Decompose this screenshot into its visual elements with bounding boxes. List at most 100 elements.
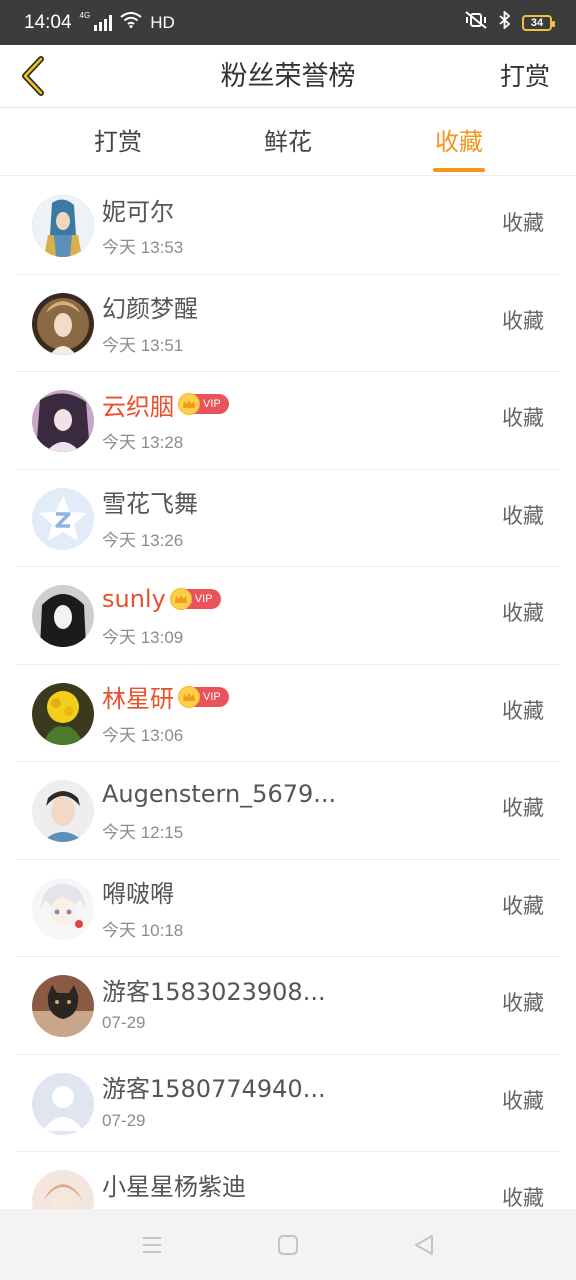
timestamp: 今天 13:51 (102, 335, 184, 355)
avatar (32, 292, 94, 355)
username: 嘚啵嘚 (102, 876, 174, 908)
back-nav-button[interactable] (412, 1233, 436, 1257)
username: 雪花飞舞 (102, 486, 198, 518)
crown-icon (178, 685, 200, 708)
status-bar: 14:04 4G HD 34 (0, 0, 576, 45)
username: 云织胭 VIP (102, 388, 229, 421)
avatar (32, 975, 94, 1037)
avatar (32, 585, 94, 647)
favorite-label: 收藏 (502, 211, 544, 235)
favorite-label: 收藏 (502, 796, 544, 820)
list-item[interactable]: Augenstern_5679... 今天 12:15 收藏 (16, 762, 560, 860)
avatar (32, 390, 94, 452)
avatar (32, 1072, 94, 1135)
username: 游客1580774940... (102, 1071, 326, 1103)
vip-text: VIP (194, 593, 213, 605)
list-item[interactable]: 嘚啵嘚 今天 10:18 收藏 (16, 860, 560, 957)
system-nav-bar (0, 1209, 576, 1280)
bluetooth-icon (498, 9, 512, 34)
nav-bar: 粉丝荣誉榜 打赏 (0, 45, 576, 108)
battery-level: 34 (530, 16, 544, 29)
tab-bar: 打赏 鲜花 收藏 (0, 108, 576, 176)
battery-icon: 34 (522, 14, 555, 31)
username-text: 云织胭 (102, 392, 174, 421)
hd-indicator: HD (150, 12, 175, 32)
clock: 14:04 (24, 11, 72, 33)
favorite-label: 收藏 (502, 893, 544, 918)
favorite-label: 收藏 (502, 503, 544, 528)
vip-badge: VIP (178, 685, 229, 708)
username: 小星星杨紫迪 (102, 1168, 246, 1201)
active-tab-indicator (433, 168, 485, 172)
fan-list: 妮可尔 今天 13:53 收藏 幻颜梦醒 今天 13:51 收藏 云织胭 VIP… (0, 177, 576, 1209)
timestamp: 07-29 (102, 1110, 146, 1130)
favorite-label: 收藏 (502, 991, 544, 1015)
favorite-label: 收藏 (502, 698, 544, 723)
page-title: 粉丝荣誉榜 (220, 61, 356, 92)
favorite-label: 收藏 (502, 601, 544, 625)
username: sunly VIP (102, 583, 221, 615)
list-item[interactable]: 林星研 VIP 今天 13:06 收藏 (16, 665, 560, 762)
timestamp: 今天 13:53 (102, 238, 184, 257)
home-button[interactable] (276, 1233, 300, 1257)
username-text: 游客1583023908... (102, 977, 326, 1006)
username-text: 嘚啵嘚 (102, 880, 174, 908)
username: 林星研 VIP (102, 681, 229, 713)
avatar (32, 877, 94, 940)
timestamp: 今天 13:09 (102, 628, 184, 647)
tab-favorites[interactable]: 收藏 (399, 108, 519, 176)
username-text: Augenstern_5679... (102, 780, 337, 808)
tab-label: 收藏 (435, 128, 483, 156)
menu-button[interactable] (140, 1233, 164, 1257)
vip-text: VIP (203, 398, 221, 410)
timestamp: 07-29 (102, 1013, 146, 1032)
mute-vibrate-icon (464, 11, 488, 34)
avatar (32, 780, 94, 842)
list-item[interactable]: 游客1583023908... 07-29 收藏 (16, 957, 560, 1055)
username-text: 林星研 (102, 685, 174, 713)
vip-text: VIP (203, 690, 221, 703)
timestamp: 今天 13:28 (102, 433, 184, 452)
list-item[interactable]: 云织胭 VIP 今天 13:28 收藏 (16, 372, 560, 470)
username-text: 游客1580774940... (102, 1075, 326, 1103)
crown-icon (169, 588, 192, 610)
timestamp: 今天 13:26 (102, 530, 184, 550)
list-item[interactable]: sunly VIP 今天 13:09 收藏 (16, 567, 560, 665)
tab-flowers[interactable]: 鲜花 (228, 108, 348, 176)
timestamp: 今天 12:15 (102, 823, 184, 842)
home-icon (278, 1235, 298, 1255)
avatar (32, 487, 94, 550)
list-item[interactable]: 游客1580774940... 07-29 收藏 (16, 1055, 560, 1152)
avatar (32, 682, 94, 745)
username: Augenstern_5679... (102, 778, 336, 810)
back-button[interactable] (10, 51, 54, 101)
wifi-icon (120, 11, 142, 34)
reward-button[interactable]: 打赏 (500, 45, 550, 108)
signal-icon (94, 14, 113, 31)
favorite-label: 收藏 (502, 1088, 544, 1113)
username: 幻颜梦醒 (102, 291, 198, 323)
username-text: 妮可尔 (102, 197, 174, 226)
list-item[interactable]: 小星星杨紫迪 收藏 (16, 1152, 560, 1209)
list-item[interactable]: 幻颜梦醒 今天 13:51 收藏 (16, 275, 560, 372)
back-triangle-icon (415, 1235, 433, 1255)
vip-badge: VIP (178, 393, 229, 415)
username-text: 雪花飞舞 (102, 490, 198, 518)
tab-reward[interactable]: 打赏 (58, 108, 178, 176)
username: 妮可尔 (102, 193, 174, 226)
list-item[interactable]: 妮可尔 今天 13:53 收藏 (16, 177, 560, 275)
username-text: sunly (102, 585, 166, 613)
favorite-label: 收藏 (502, 308, 544, 333)
tab-label: 鲜花 (264, 128, 312, 156)
crown-icon (178, 393, 200, 415)
vip-badge: VIP (169, 588, 221, 610)
timestamp: 今天 13:06 (102, 725, 184, 745)
avatar (32, 195, 94, 257)
favorite-label: 收藏 (502, 406, 544, 430)
network-type: 4G (79, 10, 91, 20)
list-item[interactable]: 雪花飞舞 今天 13:26 收藏 (16, 470, 560, 567)
chevron-left-icon (22, 56, 44, 96)
tab-label: 打赏 (94, 128, 142, 156)
favorite-label: 收藏 (502, 1186, 544, 1209)
username-text: 幻颜梦醒 (102, 295, 198, 323)
